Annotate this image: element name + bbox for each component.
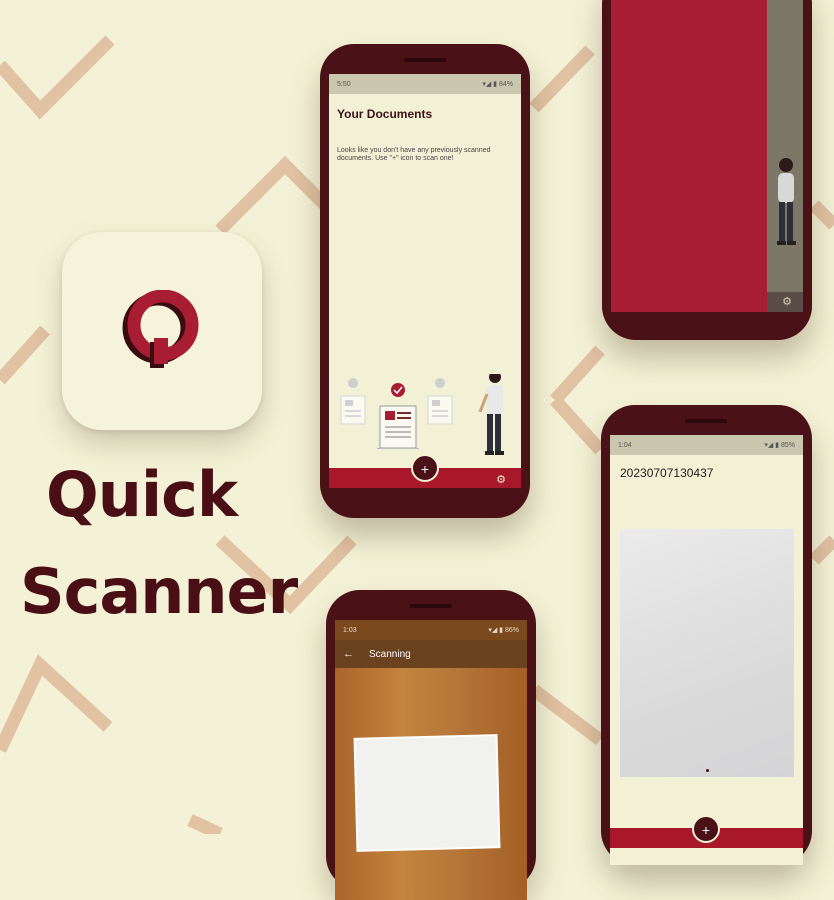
phone-screen: ⚙ — [611, 0, 803, 312]
phone-mockup-documents: 5:50 ▾◢ ▮ 84% Your Documents Looks like … — [320, 44, 530, 518]
page-indicator-dot — [706, 769, 709, 772]
status-icons: ▾◢ ▮ 86% — [488, 627, 519, 634]
status-time: 1:03 — [343, 626, 357, 634]
status-time: 5:50 — [337, 80, 351, 88]
scan-add-fab-button[interactable]: + — [411, 454, 439, 482]
phone-screen: 1:04 ▾◢ ▮ 85% 20230707130437 + — [610, 435, 803, 865]
status-time: 1:04 — [618, 441, 632, 449]
scanning-app-bar: ← Scanning — [335, 640, 527, 668]
phone-mockup-scanning: 1:03 ▾◢ ▮ 86% ← Scanning — [326, 590, 536, 900]
empty-state-message: Looks like you don't have any previously… — [337, 147, 491, 162]
scanned-document-image[interactable] — [620, 529, 794, 777]
status-icons: ▾◢ ▮ 84% — [482, 81, 513, 88]
status-bar: 1:04 ▾◢ ▮ 85% — [610, 435, 803, 455]
status-bar: 5:50 ▾◢ ▮ 84% — [329, 74, 521, 94]
app-title-line2: Scanner — [20, 555, 298, 628]
app-icon — [62, 232, 262, 430]
phone-speaker — [410, 604, 452, 608]
phone-speaker — [404, 58, 446, 62]
q-logo-icon — [122, 290, 199, 368]
page-title: Your Documents — [337, 107, 433, 121]
phone-screen: 1:03 ▾◢ ▮ 86% ← Scanning — [335, 620, 527, 900]
phone-speaker — [685, 419, 727, 423]
arrow-left-icon[interactable]: ← — [343, 648, 357, 660]
person-illustration — [777, 158, 796, 245]
status-icons: ▾◢ ▮ 85% — [764, 442, 795, 449]
scan-add-fab-button[interactable]: + — [692, 815, 720, 843]
document-title: 20230707130437 — [620, 466, 714, 480]
gear-icon[interactable]: ⚙ — [495, 474, 507, 486]
red-panel — [611, 0, 767, 312]
phone-mockup-scan-result: 1:04 ▾◢ ▮ 85% 20230707130437 + — [601, 405, 812, 865]
status-bar: 1:03 ▾◢ ▮ 86% — [335, 620, 527, 640]
empty-documents-illustration — [340, 374, 504, 455]
appbar-title: Scanning — [369, 648, 411, 660]
gear-icon[interactable]: ⚙ — [781, 296, 793, 308]
app-title-line1: Quick — [46, 458, 238, 531]
phone-screen: 5:50 ▾◢ ▮ 84% Your Documents Looks like … — [329, 74, 521, 488]
phone-mockup-top-right: ⚙ — [602, 0, 812, 340]
detected-paper — [355, 736, 499, 850]
